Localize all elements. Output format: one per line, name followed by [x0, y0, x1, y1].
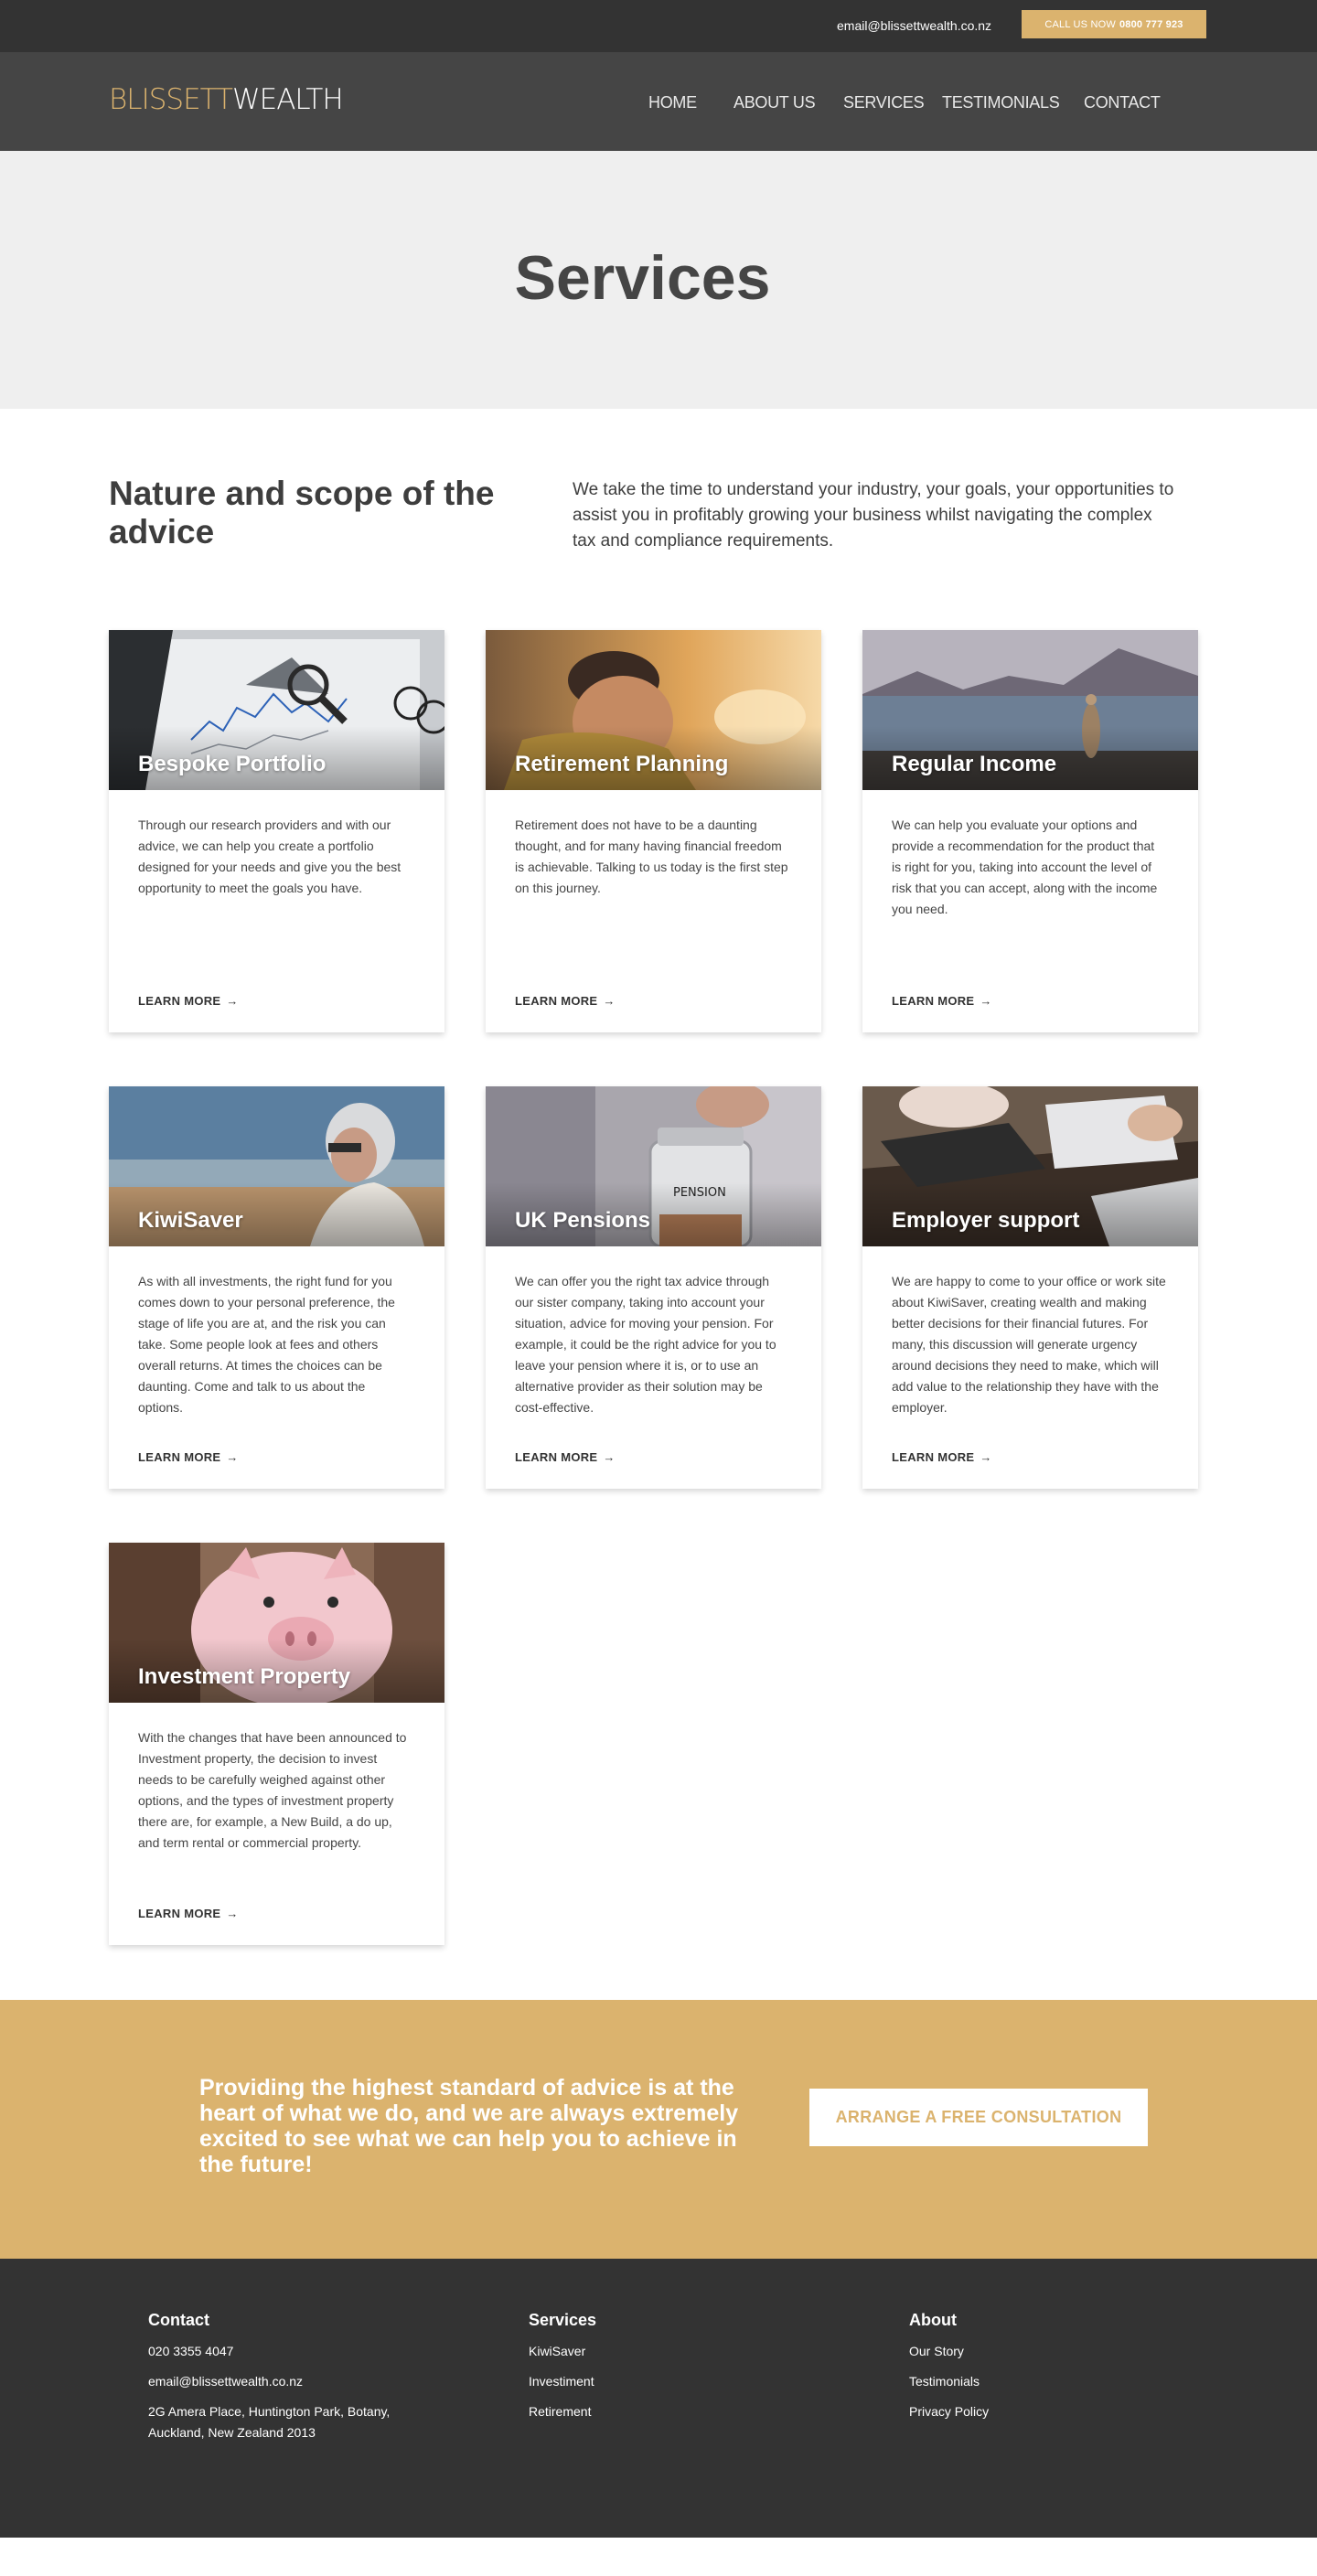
nav-item-services[interactable]: SERVICES: [843, 93, 925, 112]
learn-more-label: LEARN MORE: [892, 994, 975, 1008]
footer-link-investment[interactable]: Investiment: [529, 2371, 596, 2392]
footer-link-our-story[interactable]: Our Story: [909, 2341, 989, 2362]
arrow-right-icon: →: [603, 994, 616, 1008]
arrow-right-icon: →: [980, 1450, 992, 1464]
footer-contact-heading: Contact: [148, 2311, 209, 2329]
service-card-employer-support[interactable]: Employer support We are happy to come to…: [862, 1086, 1198, 1489]
footer-about-column: About Our Story Testimonials Privacy Pol…: [909, 2311, 989, 2432]
footer-link-retirement[interactable]: Retirement: [529, 2401, 596, 2422]
arrow-right-icon: →: [980, 994, 992, 1008]
intro-heading: Nature and scope of the advice: [109, 475, 495, 550]
card-title: Bespoke Portfolio: [138, 752, 327, 776]
footer-address: 2G Amera Place, Huntington Park, Botany,…: [148, 2404, 391, 2440]
footer-about-heading: About: [909, 2311, 957, 2329]
call-us-button[interactable]: CALL US NOW 0800 777 923: [1022, 10, 1206, 38]
intro-text: We take the time to understand your indu…: [573, 480, 1174, 550]
footer-email[interactable]: email@blissettwealth.co.nz: [148, 2371, 423, 2392]
call-us-label: CALL US NOW: [1044, 18, 1116, 30]
services-cards: Bespoke Portfolio Through our research p…: [0, 630, 1317, 2000]
arrow-right-icon: →: [226, 994, 239, 1008]
learn-more-label: LEARN MORE: [892, 1450, 975, 1464]
learn-more-link[interactable]: LEARN MORE →: [892, 1450, 992, 1464]
card-title: Regular Income: [892, 752, 1057, 776]
card-title: Retirement Planning: [515, 752, 729, 776]
footer-services-column: Services KiwiSaver Investiment Retiremen…: [529, 2311, 596, 2432]
main-navbar: BLISSETTWEALTH HOME ABOUT US SERVICES TE…: [0, 52, 1317, 151]
card-title: Investment Property: [138, 1664, 351, 1689]
arrange-consultation-button[interactable]: ARRANGE A FREE CONSULTATION: [809, 2089, 1148, 2146]
card-title: UK Pensions: [515, 1208, 651, 1233]
card-description: We can help you evaluate your options an…: [892, 818, 1158, 916]
card-description: Through our research providers and with …: [138, 818, 402, 895]
learn-more-label: LEARN MORE: [138, 1450, 221, 1464]
learn-more-link[interactable]: LEARN MORE →: [515, 1450, 616, 1464]
nav-item-testimonials[interactable]: TESTIMONIALS: [942, 93, 1060, 112]
card-description: We are happy to come to your office or w…: [892, 1274, 1166, 1415]
learn-more-link[interactable]: LEARN MORE →: [138, 1450, 239, 1464]
card-description: We can offer you the right tax advice th…: [515, 1274, 776, 1415]
learn-more-link[interactable]: LEARN MORE →: [892, 994, 992, 1008]
learn-more-label: LEARN MORE: [138, 1907, 221, 1920]
top-bar: email@blissettwealth.co.nz CALL US NOW 0…: [0, 0, 1317, 52]
learn-more-link[interactable]: LEARN MORE →: [138, 994, 239, 1008]
service-card-bespoke-portfolio[interactable]: Bespoke Portfolio Through our research p…: [109, 630, 444, 1032]
cta-text: Providing the highest standard of advice…: [199, 2075, 739, 2177]
footer-services-heading: Services: [529, 2311, 597, 2329]
intro-section: Nature and scope of the advice We take t…: [0, 409, 1317, 630]
nav-menu: HOME ABOUT US SERVICES TESTIMONIALS CONT…: [0, 52, 1317, 151]
topbar-email-link[interactable]: email@blissettwealth.co.nz: [837, 18, 991, 33]
arrow-right-icon: →: [603, 1450, 616, 1464]
card-description: As with all investments, the right fund …: [138, 1274, 395, 1415]
footer-link-kiwisaver[interactable]: KiwiSaver: [529, 2341, 596, 2362]
site-footer: Contact 020 3355 4047 email@blissettweal…: [0, 2259, 1317, 2538]
nav-item-home[interactable]: HOME: [648, 93, 697, 112]
footer-link-privacy-policy[interactable]: Privacy Policy: [909, 2401, 989, 2422]
service-card-kiwisaver[interactable]: KiwiSaver As with all investments, the r…: [109, 1086, 444, 1489]
card-description: With the changes that have been announce…: [138, 1730, 407, 1850]
arrow-right-icon: →: [226, 1450, 239, 1464]
learn-more-link[interactable]: LEARN MORE →: [138, 1907, 239, 1920]
footer-phone[interactable]: 020 3355 4047: [148, 2341, 423, 2362]
call-us-number: 0800 777 923: [1119, 18, 1183, 30]
service-card-retirement-planning[interactable]: Retirement Planning Retirement does not …: [486, 630, 821, 1032]
learn-more-link[interactable]: LEARN MORE →: [515, 994, 616, 1008]
nav-item-about-us[interactable]: ABOUT US: [733, 93, 816, 112]
page-hero: Services: [0, 151, 1317, 409]
learn-more-label: LEARN MORE: [138, 994, 221, 1008]
service-card-uk-pensions[interactable]: PENSION UK Pensions We can offer you the…: [486, 1086, 821, 1489]
cta-banner: Providing the highest standard of advice…: [0, 2000, 1317, 2259]
service-card-regular-income[interactable]: Regular Income We can help you evaluate …: [862, 630, 1198, 1032]
learn-more-label: LEARN MORE: [515, 1450, 598, 1464]
arrow-right-icon: →: [226, 1907, 239, 1920]
card-description: Retirement does not have to be a dauntin…: [515, 818, 788, 895]
service-card-investment-property[interactable]: Investment Property With the changes tha…: [109, 1543, 444, 1945]
card-title: Employer support: [892, 1208, 1080, 1233]
nav-item-contact[interactable]: CONTACT: [1084, 93, 1161, 112]
card-title: KiwiSaver: [138, 1208, 243, 1233]
page-title: Services: [514, 243, 771, 313]
footer-contact-column: Contact 020 3355 4047 email@blissettweal…: [148, 2311, 423, 2453]
footer-link-testimonials[interactable]: Testimonials: [909, 2371, 989, 2392]
learn-more-label: LEARN MORE: [515, 994, 598, 1008]
